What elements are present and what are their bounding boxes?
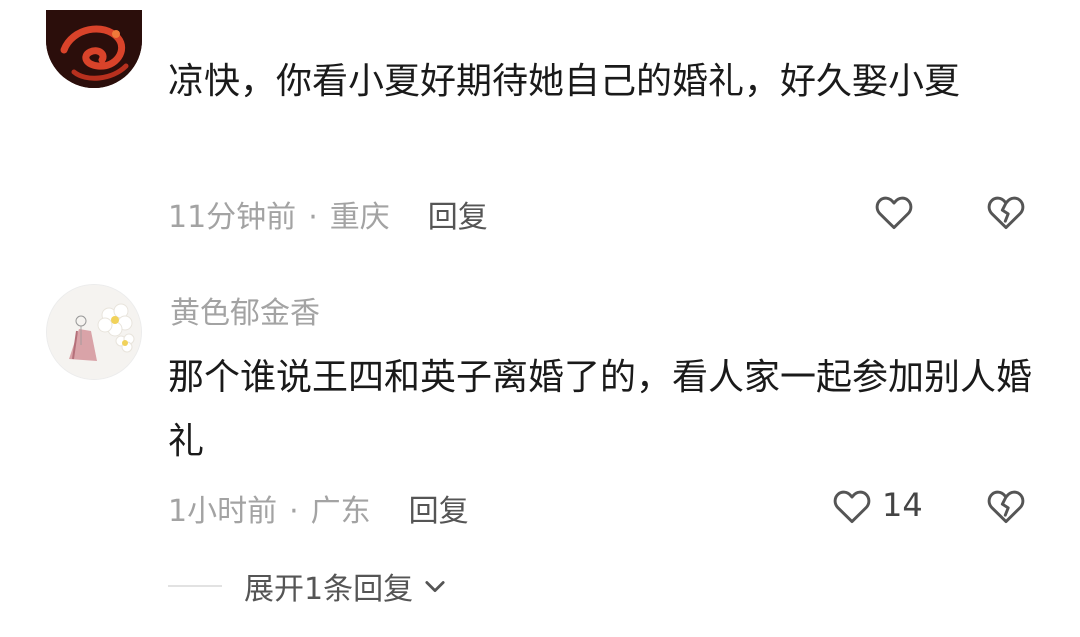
avatar[interactable] (46, 10, 142, 88)
like-count: 14 (882, 486, 923, 524)
comment-meta: 1小时前 · 广东 回复 (168, 486, 469, 530)
chevron-down-icon (425, 581, 445, 593)
comment-username[interactable]: 黄色郁金香 (170, 288, 320, 332)
broken-heart-icon[interactable] (984, 484, 1028, 532)
meta-separator: · (308, 200, 318, 235)
comment-location: 重庆 (329, 200, 390, 235)
heart-outline-icon[interactable] (830, 484, 874, 532)
divider-line (168, 585, 222, 587)
comment-text: 凉快，你看小夏好期待她自己的婚礼，好久娶小夏 (168, 61, 961, 102)
comment-meta: 11分钟前 · 重庆 回复 (168, 192, 488, 236)
expand-replies-button[interactable]: 展开1条回复 (168, 563, 449, 609)
comment-location: 广东 (310, 494, 371, 529)
meta-separator: · (289, 494, 299, 529)
comment-time: 11分钟前 (168, 200, 297, 235)
avatar[interactable] (46, 284, 142, 380)
heart-outline-icon[interactable] (872, 190, 916, 238)
comment-text: 那个谁说王四和英子离婚了的，看人家一起参加别人婚礼 (168, 357, 1033, 462)
comment-time: 1小时前 (168, 494, 278, 529)
expand-replies-label: 展开1条回复 (244, 572, 414, 607)
broken-heart-icon[interactable] (984, 190, 1028, 238)
reply-button[interactable]: 回复 (428, 200, 488, 235)
reply-button[interactable]: 回复 (409, 494, 469, 529)
